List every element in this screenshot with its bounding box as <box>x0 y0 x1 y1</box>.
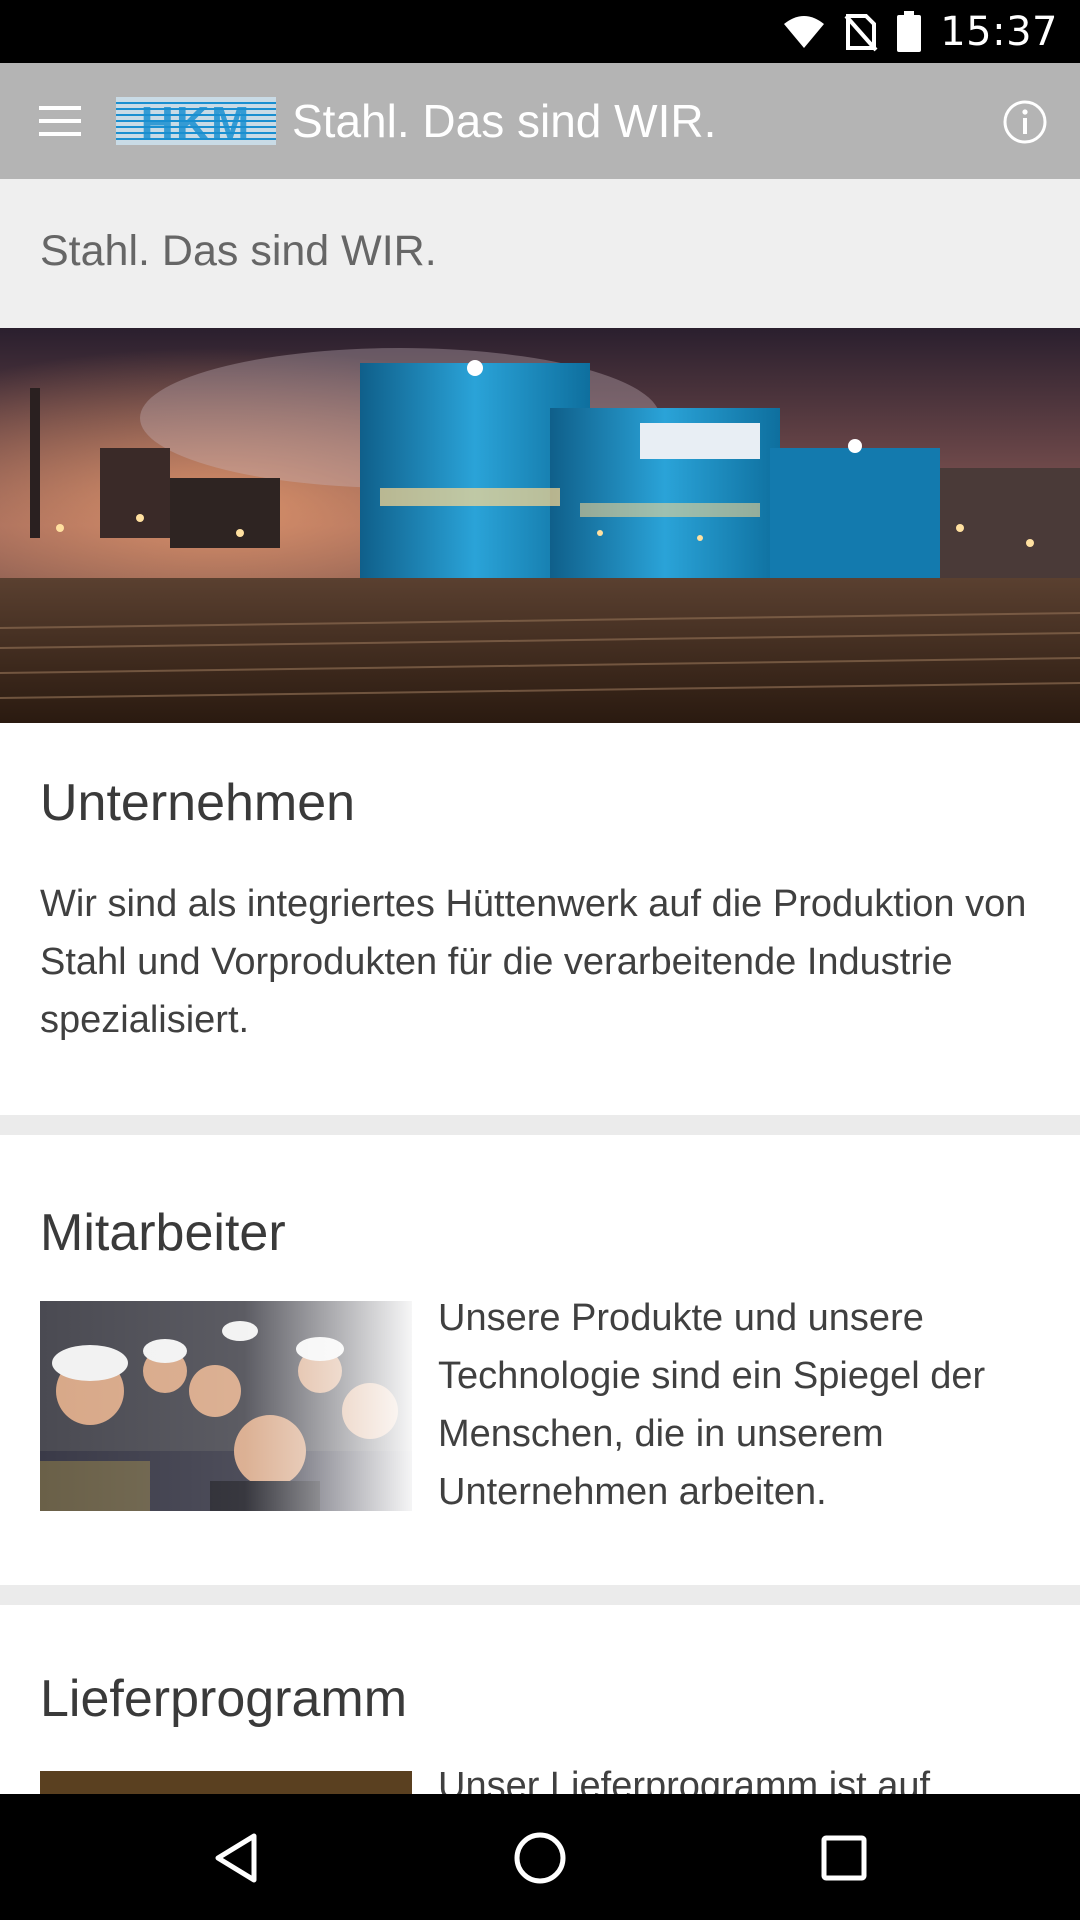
recents-icon <box>821 1835 867 1881</box>
hero-image <box>0 328 1080 723</box>
section-text-unternehmen: Wir sind als integriertes Hüttenwerk auf… <box>40 883 1027 1041</box>
home-button[interactable] <box>504 1822 576 1894</box>
app-title: Stahl. Das sind WIR. <box>292 95 717 147</box>
section-text-lieferprogramm: Unser Lieferprogramm ist auf <box>438 1765 931 1794</box>
back-button[interactable] <box>200 1822 272 1894</box>
section-title-mitarbeiter: Mitarbeiter <box>40 1204 286 1262</box>
back-icon <box>215 1833 257 1883</box>
battery-icon <box>897 10 922 52</box>
app-bar: HKM Stahl. Das sind WIR. <box>0 63 1080 179</box>
hkm-logo: HKM <box>116 97 276 145</box>
info-icon[interactable] <box>1002 99 1048 145</box>
section-mitarbeiter[interactable]: Mitarbeiter Unsere Produkte und unsere T… <box>0 1135 1080 1585</box>
wifi-icon <box>784 15 825 48</box>
section-title-unternehmen: Unternehmen <box>40 774 356 832</box>
section-divider <box>0 1585 1080 1605</box>
home-icon <box>514 1832 566 1884</box>
status-clock: 15:37 <box>940 8 1058 55</box>
mitarbeiter-image <box>40 1301 412 1511</box>
section-lieferprogramm[interactable]: Lieferprogramm Unser Lieferprogramm ist … <box>0 1605 1080 1794</box>
hkm-logo-text: HKM <box>141 97 252 145</box>
recents-button[interactable] <box>808 1822 880 1894</box>
status-icons: 15:37 <box>782 0 1058 63</box>
page-header: Stahl. Das sind WIR. <box>0 179 1080 328</box>
section-divider <box>0 1115 1080 1135</box>
no-sim-icon <box>844 13 878 51</box>
navigation-bar <box>0 1794 1080 1920</box>
menu-icon <box>39 106 81 136</box>
menu-button[interactable] <box>28 95 92 147</box>
status-bar: 15:37 <box>0 0 1080 63</box>
page-heading: Stahl. Das sind WIR. <box>40 227 437 275</box>
section-text-mitarbeiter: Unsere Produkte und unsere Technologie s… <box>438 1297 986 1513</box>
section-unternehmen[interactable]: Unternehmen Wir sind als integriertes Hü… <box>0 723 1080 1115</box>
lieferprogramm-image <box>40 1771 412 1794</box>
section-title-lieferprogramm: Lieferprogramm <box>40 1670 408 1728</box>
